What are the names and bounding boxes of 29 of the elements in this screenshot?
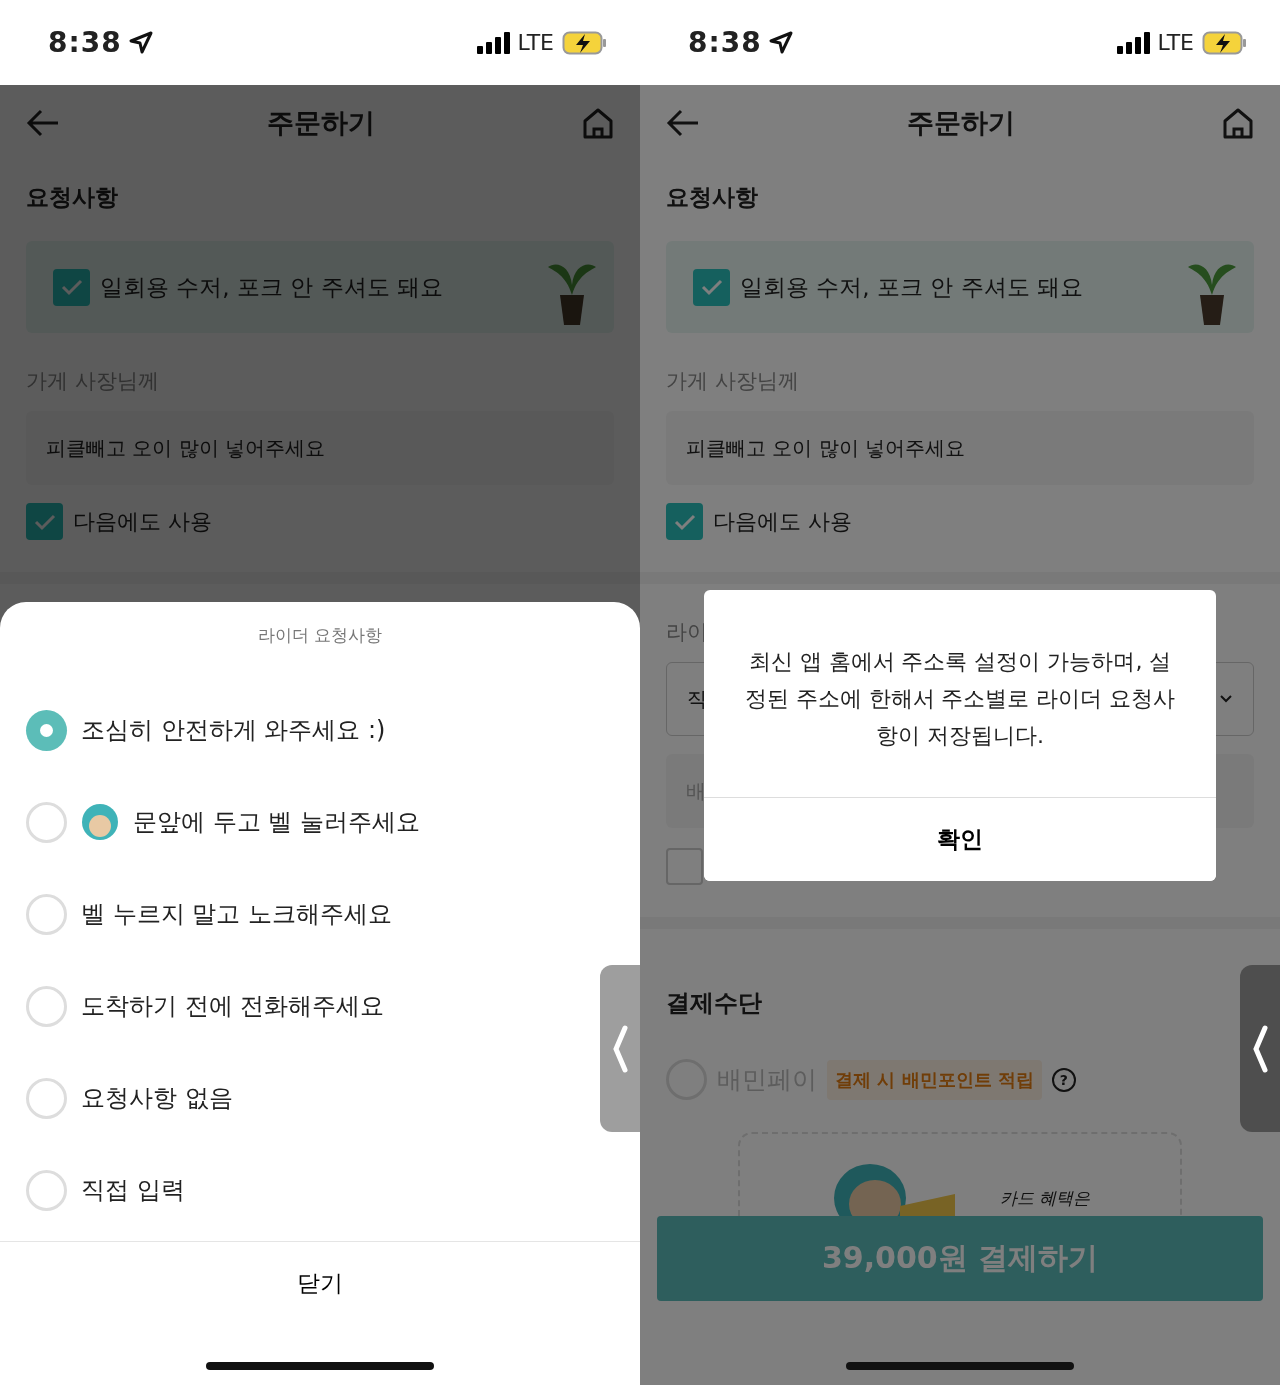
screen-title: 주문하기	[266, 105, 376, 140]
option-label[interactable]: 직접 입력	[81, 1174, 185, 1206]
checkbox-label: 다음에도 사용	[713, 507, 852, 536]
store-request-field[interactable]: 피클빼고 오이 많이 넣어주세요	[666, 411, 1254, 485]
option-label[interactable]: 벨 누르지 말고 노크해주세요	[81, 898, 392, 930]
points-badge: 결제 시 배민포인트 적립	[827, 1059, 1042, 1100]
help-button[interactable]: ?	[1051, 1067, 1076, 1092]
option-label[interactable]: 문앞에 두고 벨 눌러주세요	[133, 806, 420, 838]
option-label[interactable]: 조심히 안전하게 와주세요 :)	[81, 714, 386, 746]
section-title: 결제수단	[666, 988, 763, 1019]
option-label[interactable]: 도착하기 전에 전화해주세요	[81, 990, 385, 1022]
checkbox-label: 일회용 수저, 포크 안 주셔도 돼요	[100, 272, 444, 302]
banner-text: 카드 혜택은	[999, 1187, 1091, 1210]
select-value: 직	[687, 685, 707, 713]
status-time: 8:38	[48, 26, 122, 59]
network-label: LTE	[1157, 30, 1194, 55]
checkbox-label: 일회용 수저, 포크 안 주셔도 돼요	[740, 272, 1084, 302]
option-label[interactable]: 요청사항 없음	[81, 1082, 233, 1114]
dialog-message: 최신 앱 홈에서 주소록 설정이 가능하며, 설정된 주소에 한해서 주소별로 라이더 요청사항이 저장됩니다.	[743, 648, 1177, 750]
section-title: 요청사항	[666, 183, 759, 212]
section-title: 요청사항	[26, 183, 119, 212]
network-label: LTE	[517, 30, 554, 55]
checkbox-label: 다음에도 사용	[73, 507, 212, 536]
eco-option-card[interactable]: 일회용 수저, 포크 안 주셔도 돼요	[666, 241, 1254, 333]
confirm-button[interactable]: 확인	[704, 797, 1216, 881]
screen-title: 주문하기	[906, 105, 1016, 140]
field-label: 가게 사장님께	[666, 368, 800, 395]
status-time: 8:38	[688, 26, 762, 59]
sheet-title: 라이더 요청사항	[256, 624, 384, 647]
